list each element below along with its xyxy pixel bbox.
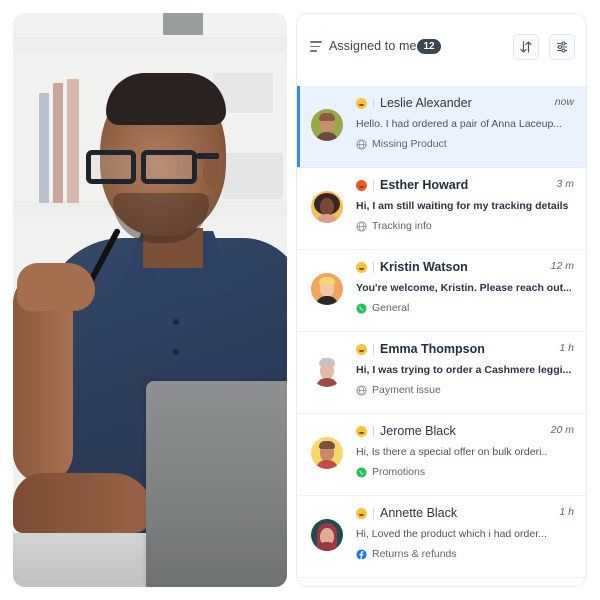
photo-box xyxy=(223,153,283,199)
inbox-title: Assigned to me xyxy=(329,39,417,53)
conversation-item[interactable]: Annette Black 1 h Hi, Loved the product … xyxy=(297,496,586,578)
contact-name: Leslie Alexander xyxy=(380,96,472,110)
timestamp: 1 h xyxy=(559,342,574,354)
photo-glasses-arm xyxy=(197,153,219,159)
globe-icon xyxy=(356,384,367,396)
photo-laptop xyxy=(146,381,287,587)
divider xyxy=(373,508,374,519)
avatar xyxy=(311,519,343,551)
timestamp: 1 h xyxy=(559,506,574,518)
avatar xyxy=(311,109,343,141)
contact-name: Jerome Black xyxy=(380,424,456,438)
conversation-item[interactable]: Kristin Watson 12 m You're welcome, Kris… xyxy=(297,250,586,332)
tag-label: General xyxy=(372,302,410,314)
photo-book xyxy=(67,79,79,203)
neutral-face-icon xyxy=(356,98,367,109)
message-preview: Hi, Loved the product which i had order.… xyxy=(356,528,547,540)
photo-glasses xyxy=(86,150,136,184)
contact-name: Kristin Watson xyxy=(380,260,468,274)
filter-button[interactable] xyxy=(549,34,575,60)
photo-book xyxy=(53,83,63,203)
avatar xyxy=(311,437,343,469)
contact-name: Esther Howard xyxy=(380,178,469,192)
facebook-icon xyxy=(356,548,367,560)
conversation-item[interactable]: Emma Thompson 1 h Hi, I was trying to or… xyxy=(297,332,586,414)
whatsapp-icon xyxy=(356,302,367,314)
tag-label: Missing Product xyxy=(372,138,447,150)
photo-book xyxy=(163,13,203,35)
divider xyxy=(373,344,374,355)
message-preview: Hi, Is there a special offer on bulk ord… xyxy=(356,446,548,458)
timestamp: now xyxy=(554,96,574,108)
conversation-item[interactable]: Jerome Black 20 m Hi, Is there a special… xyxy=(297,414,586,496)
message-preview: Hi, I am still waiting for my tracking d… xyxy=(356,200,569,212)
sort-button[interactable] xyxy=(513,34,539,60)
tag-label: Promotions xyxy=(372,466,426,478)
photo-hand xyxy=(17,263,95,311)
neutral-face-icon xyxy=(356,426,367,437)
photo-glasses xyxy=(141,150,197,184)
photo-book xyxy=(39,93,49,203)
contact-name: Emma Thompson xyxy=(380,342,485,356)
sliders-icon xyxy=(557,41,567,53)
photo-shelf xyxy=(13,37,287,53)
inbox-header: Assigned to me 12 xyxy=(297,14,586,86)
tag-label: Returns & refunds xyxy=(372,548,457,560)
hero-photo xyxy=(13,13,287,587)
avatar xyxy=(311,273,343,305)
tag-label: Payment issue xyxy=(372,384,441,396)
message-preview: Hi, I was trying to order a Cashmere leg… xyxy=(356,364,571,376)
neutral-face-icon xyxy=(356,262,367,273)
divider xyxy=(373,426,374,437)
channel-tag: Returns & refunds xyxy=(356,548,457,560)
tag-label: Tracking info xyxy=(372,220,432,232)
conversation-inbox: Assigned to me 12 Leslie Alexander now H… xyxy=(296,13,587,587)
avatar xyxy=(311,355,343,387)
channel-tag: Promotions xyxy=(356,466,425,478)
neutral-face-icon xyxy=(356,508,367,519)
timestamp: 3 m xyxy=(556,178,574,190)
conversation-list: Leslie Alexander now Hello. I had ordere… xyxy=(297,86,586,578)
message-preview: You're welcome, Kristin. Please reach ou… xyxy=(356,282,571,294)
channel-tag: General xyxy=(356,302,409,314)
divider xyxy=(373,98,374,109)
photo-shirt-button xyxy=(173,319,179,325)
menu-lines-icon[interactable] xyxy=(310,41,322,52)
conversation-item[interactable]: Leslie Alexander now Hello. I had ordere… xyxy=(297,86,586,168)
message-preview: Hello. I had ordered a pair of Anna Lace… xyxy=(356,118,563,130)
timestamp: 12 m xyxy=(550,260,574,272)
whatsapp-icon xyxy=(356,466,367,478)
photo-hand xyxy=(13,473,153,533)
globe-icon xyxy=(356,220,367,232)
angry-face-icon xyxy=(356,180,367,191)
neutral-face-icon xyxy=(356,344,367,355)
contact-name: Annette Black xyxy=(380,506,458,520)
channel-tag: Missing Product xyxy=(356,138,447,150)
count-badge: 12 xyxy=(417,39,441,54)
divider xyxy=(373,262,374,273)
photo-hair xyxy=(106,73,226,125)
conversation-item[interactable]: Esther Howard 3 m Hi, I am still waiting… xyxy=(297,168,586,250)
photo-shirt-button xyxy=(173,349,179,355)
sort-arrows-icon xyxy=(520,41,532,53)
timestamp: 20 m xyxy=(550,424,574,436)
channel-tag: Tracking info xyxy=(356,220,432,232)
avatar xyxy=(311,191,343,223)
divider xyxy=(373,180,374,191)
channel-tag: Payment issue xyxy=(356,384,441,396)
globe-icon xyxy=(356,138,367,150)
